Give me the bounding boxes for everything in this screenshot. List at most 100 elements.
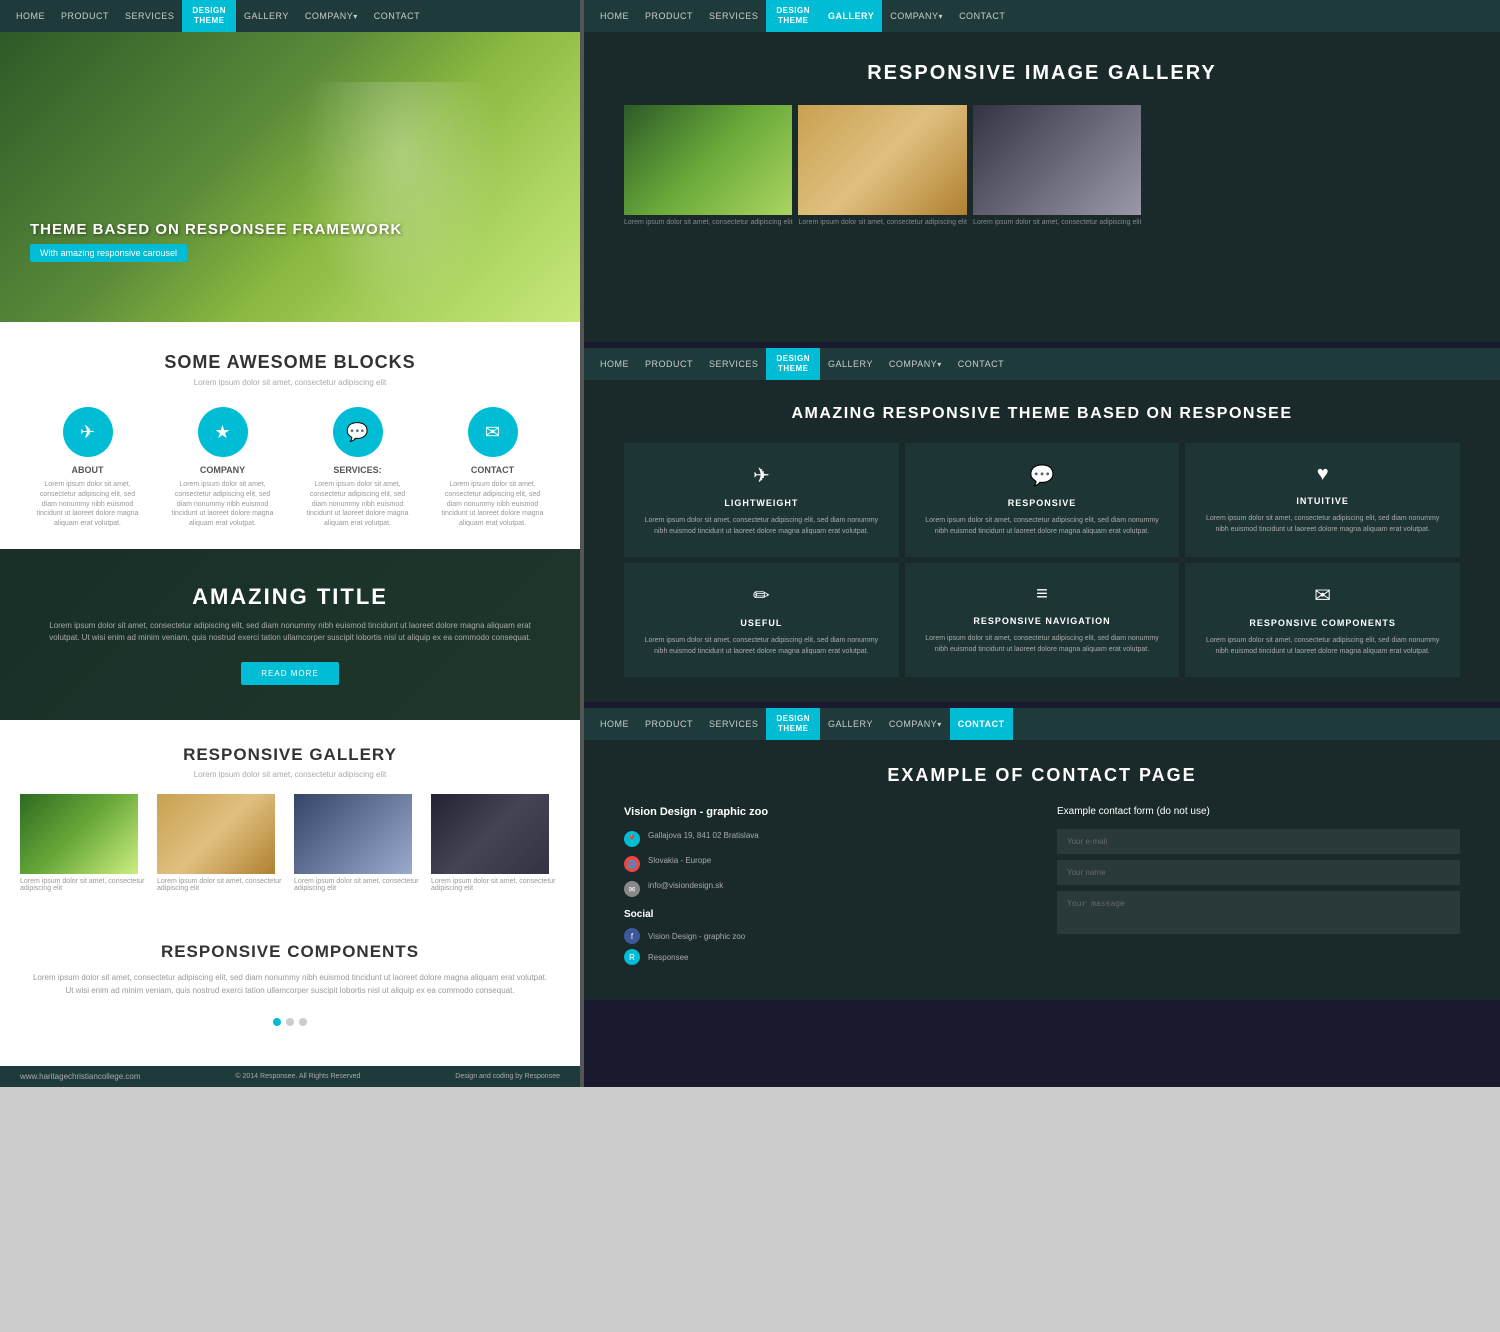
feature-label-4: RESPONSIVE NAVIGATION xyxy=(920,616,1165,626)
feature-icon-3: ✏ xyxy=(639,583,884,608)
feature-icon-0: ✈ xyxy=(639,463,884,488)
social-title: Social xyxy=(624,909,1027,920)
blocks-grid: ✈ ABOUT Lorem ipsum dolor sit amet, cons… xyxy=(20,407,560,529)
block-contact: ✉ CONTACT Lorem ipsum dolor sit amet, co… xyxy=(438,407,548,529)
gallery-cap-2: Lorem ipsum dolor sit amet, consectetur … xyxy=(294,878,423,892)
rf-nav-gallery[interactable]: GALLERY xyxy=(820,348,881,380)
feature-text-0: Lorem ipsum dolor sit amet, consectetur … xyxy=(639,516,884,537)
block-services-text: Lorem ipsum dolor sit amet, consectetur … xyxy=(303,480,413,529)
nav-design-theme[interactable]: DESIGNTHEME xyxy=(182,0,236,32)
gallery-item-3[interactable]: Lorem ipsum dolor sit amet, consectetur … xyxy=(431,794,560,892)
feature-4: ≡ RESPONSIVE NAVIGATION Lorem ipsum dolo… xyxy=(905,563,1180,677)
gallery-subtitle: Lorem ipsum dolor sit amet, consectetur … xyxy=(20,770,560,779)
right-gallery-row1: Lorem ipsum dolor sit amet, consectetur … xyxy=(624,105,1460,226)
rg-thumb-2 xyxy=(973,105,1141,215)
gallery-item-2[interactable]: Lorem ipsum dolor sit amet, consectetur … xyxy=(294,794,423,892)
dot-3[interactable] xyxy=(299,1018,307,1026)
rc-nav-contact[interactable]: CONTACT xyxy=(950,708,1013,740)
rf-nav-product[interactable]: PRODUCT xyxy=(637,348,701,380)
blocks-subtitle: Lorem ipsum dolor sit amet, consectetur … xyxy=(20,378,560,387)
feature-label-3: USEFUL xyxy=(639,618,884,628)
nav-gallery[interactable]: GALLERY xyxy=(236,0,297,32)
feature-label-1: RESPONSIVE xyxy=(920,498,1165,508)
rg-nav-company[interactable]: COMPANY xyxy=(882,0,951,32)
form-email[interactable] xyxy=(1057,829,1460,854)
block-company-text: Lorem ipsum dolor sit amet, consectetur … xyxy=(168,480,278,529)
rc-nav-company[interactable]: COMPANY xyxy=(881,708,950,740)
block-about: ✈ ABOUT Lorem ipsum dolor sit amet, cons… xyxy=(33,407,143,529)
right-gallery-nav: HOME PRODUCT SERVICES DESIGNTHEME GALLER… xyxy=(584,0,1500,32)
dot-2[interactable] xyxy=(286,1018,294,1026)
contact-address-item: 📍 Gallajova 19, 841 02 Bratislava xyxy=(624,830,1027,847)
nav-services[interactable]: SERVICES xyxy=(117,0,182,32)
feature-label-5: RESPONSIVE COMPONENTS xyxy=(1200,618,1445,628)
components-section: RESPONSIVE COMPONENTS Lorem ipsum dolor … xyxy=(0,912,580,1066)
contact-email-item: ✉ info@visiondesign.sk xyxy=(624,880,1027,897)
right-features-nav: HOME PRODUCT SERVICES DESIGNTHEME GALLER… xyxy=(584,348,1500,380)
hero-overlay: THEME BASED ON RESPONSEE FRAMEWORK With … xyxy=(30,221,402,262)
rf-nav-contact[interactable]: CONTACT xyxy=(950,348,1012,380)
footer-url: www.haritagechristiancollege.com xyxy=(20,1072,141,1081)
feature-text-3: Lorem ipsum dolor sit amet, consectetur … xyxy=(639,636,884,657)
rc-nav-design[interactable]: DESIGNTHEME xyxy=(766,708,820,740)
rg-item-2[interactable]: Lorem ipsum dolor sit amet, consectetur … xyxy=(973,105,1141,226)
rg-nav-services[interactable]: SERVICES xyxy=(701,0,766,32)
right-gallery-section: RESPONSIVE IMAGE GALLERY Lorem ipsum dol… xyxy=(584,32,1500,342)
footer-credit: Design and coding by Responsee xyxy=(455,1073,560,1080)
gallery-grid: Lorem ipsum dolor sit amet, consectetur … xyxy=(20,794,560,892)
feature-1: 💬 RESPONSIVE Lorem ipsum dolor sit amet,… xyxy=(905,443,1180,557)
rg-nav-contact[interactable]: CONTACT xyxy=(951,0,1013,32)
block-contact-label: CONTACT xyxy=(438,465,548,475)
form-message[interactable] xyxy=(1057,891,1460,934)
nav-home[interactable]: HOME xyxy=(8,0,53,32)
social-fb-label: Vision Design - graphic zoo xyxy=(648,932,745,941)
gallery-title: RESPONSIVE GALLERY xyxy=(20,745,560,765)
dot-1[interactable] xyxy=(273,1018,281,1026)
rf-nav-services[interactable]: SERVICES xyxy=(701,348,766,380)
rg-item-1[interactable]: Lorem ipsum dolor sit amet, consectetur … xyxy=(798,105,966,226)
rc-nav-services[interactable]: SERVICES xyxy=(701,708,766,740)
right-features-section: AMAZING RESPONSIVE THEME BASED ON RESPON… xyxy=(584,380,1500,702)
nav-product[interactable]: PRODUCT xyxy=(53,0,117,32)
gallery-item-1[interactable]: Lorem ipsum dolor sit amet, consectetur … xyxy=(157,794,286,892)
contact-form: Example contact form (do not use) xyxy=(1057,806,1460,970)
dots-indicator xyxy=(30,1018,550,1026)
right-gallery-row2 xyxy=(624,232,1460,322)
rg-nav-home[interactable]: HOME xyxy=(592,0,637,32)
features-grid: ✈ LIGHTWEIGHT Lorem ipsum dolor sit amet… xyxy=(624,443,1460,677)
social-item-resp: R Responsee xyxy=(624,949,1027,965)
rf-nav-design[interactable]: DESIGNTHEME xyxy=(766,348,820,380)
rg-nav-product[interactable]: PRODUCT xyxy=(637,0,701,32)
feature-label-2: INTUITIVE xyxy=(1200,496,1445,506)
hero-person-image xyxy=(300,82,500,322)
rc-nav-product[interactable]: PRODUCT xyxy=(637,708,701,740)
gallery-section: RESPONSIVE GALLERY Lorem ipsum dolor sit… xyxy=(0,720,580,912)
rg-item-0[interactable]: Lorem ipsum dolor sit amet, consectetur … xyxy=(624,105,792,226)
hero-title: THEME BASED ON RESPONSEE FRAMEWORK xyxy=(30,221,402,238)
rf-nav-company[interactable]: COMPANY xyxy=(881,348,950,380)
right-contact-nav: HOME PRODUCT SERVICES DESIGNTHEME GALLER… xyxy=(584,708,1500,740)
rg-nav-gallery[interactable]: GALLERY xyxy=(820,0,882,32)
block-company-icon: ★ xyxy=(198,407,248,457)
right-contact-section: EXAMPLE OF CONTACT PAGE Vision Design - … xyxy=(584,740,1500,1000)
responsee-icon: R xyxy=(624,949,640,965)
gallery-thumb-0 xyxy=(20,794,138,874)
gallery-item-0[interactable]: Lorem ipsum dolor sit amet, consectetur … xyxy=(20,794,149,892)
social-resp-label: Responsee xyxy=(648,953,688,962)
nav-company[interactable]: COMPANY xyxy=(297,0,366,32)
cta-title: AMAZING TITLE xyxy=(40,584,540,610)
rc-nav-gallery[interactable]: GALLERY xyxy=(820,708,881,740)
rf-nav-home[interactable]: HOME xyxy=(592,348,637,380)
social-item-fb: f Vision Design - graphic zoo xyxy=(624,928,1027,944)
gallery-cap-1: Lorem ipsum dolor sit amet, consectetur … xyxy=(157,878,286,892)
nav-contact[interactable]: CONTACT xyxy=(366,0,428,32)
footer-copy: © 2014 Responsee. All Rights Reserved xyxy=(235,1073,360,1080)
facebook-icon: f xyxy=(624,928,640,944)
rg-nav-design[interactable]: DESIGNTHEME xyxy=(766,0,820,32)
block-about-icon: ✈ xyxy=(63,407,113,457)
block-about-label: ABOUT xyxy=(33,465,143,475)
form-name[interactable] xyxy=(1057,860,1460,885)
rc-nav-home[interactable]: HOME xyxy=(592,708,637,740)
map-icon: 📍 xyxy=(624,831,640,847)
cta-button[interactable]: READ MORE xyxy=(241,662,338,685)
